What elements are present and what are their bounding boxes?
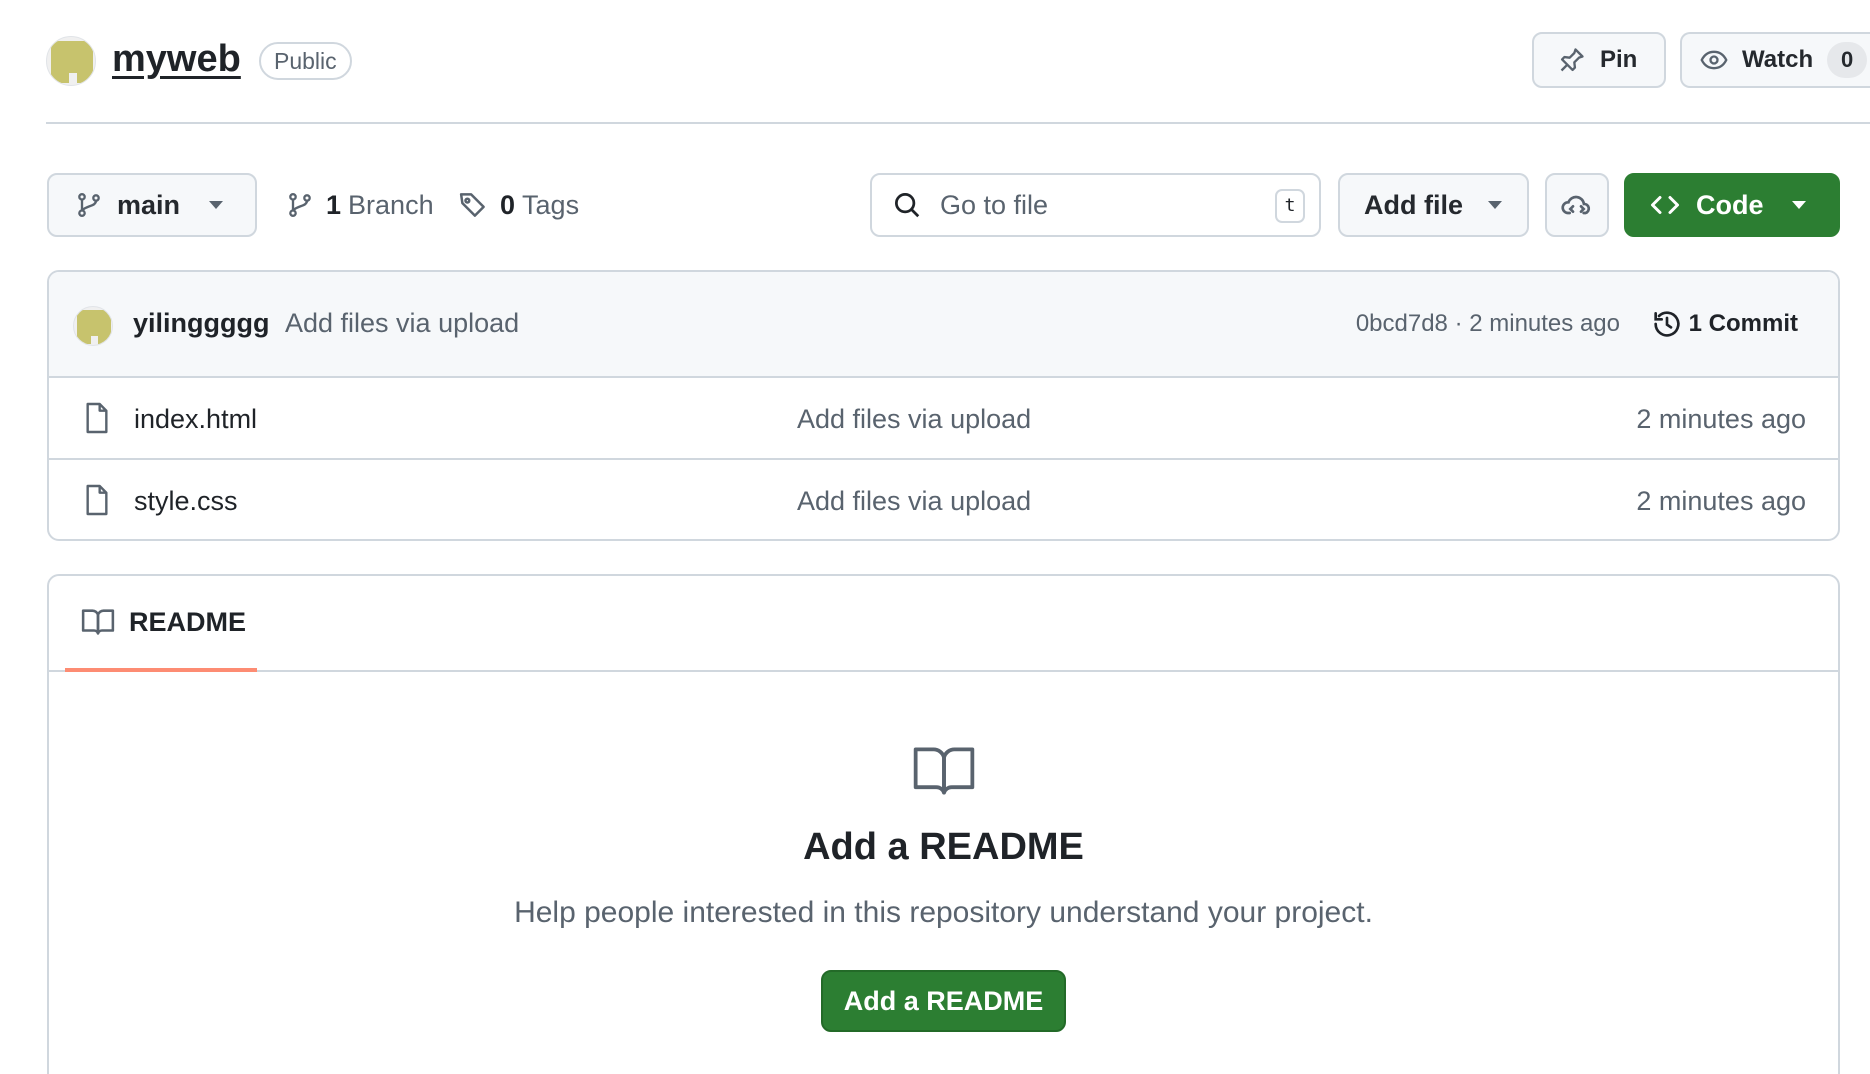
tab-readme[interactable]: README: [65, 576, 257, 672]
go-to-file-search[interactable]: Go to file t: [870, 173, 1321, 237]
file-icon: [86, 402, 108, 434]
search-icon: [895, 193, 920, 218]
file-commit-message[interactable]: Add files via upload: [797, 486, 1031, 517]
add-file-label: Add file: [1364, 189, 1463, 220]
owner-avatar[interactable]: [46, 36, 96, 86]
tag-icon: [459, 193, 485, 217]
file-commit-time: 2 minutes ago: [1636, 404, 1806, 434]
commit-message[interactable]: Add files via upload: [285, 308, 519, 339]
branch-selector[interactable]: main: [47, 173, 257, 237]
repo-name-link[interactable]: myweb: [112, 38, 241, 81]
code-icon: [1651, 196, 1679, 214]
readme-tab-label: README: [129, 606, 247, 637]
commit-author-avatar[interactable]: [73, 306, 113, 346]
branch-name: main: [117, 189, 181, 220]
chevron-down-icon: [1792, 201, 1806, 209]
commit-hash-time[interactable]: 0bcd7d8 · 2 minutes ago: [1356, 310, 1620, 338]
file-row[interactable]: index.html Add files via upload 2 minute…: [49, 378, 1838, 460]
watch-label: Watch: [1742, 46, 1814, 73]
visibility-badge: Public: [259, 42, 352, 80]
readme-empty-description: Help people interested in this repositor…: [514, 896, 1373, 929]
readme-empty-title: Add a README: [803, 826, 1084, 868]
repo-page: myweb Public Pin Watch 0 main 1 Branch 0…: [0, 0, 1870, 1074]
codespaces-button[interactable]: [1545, 173, 1609, 237]
branches-link[interactable]: 1 Branch: [286, 173, 434, 237]
add-readme-button[interactable]: Add a README: [821, 970, 1066, 1032]
chevron-down-icon: [1488, 201, 1502, 209]
code-label: Code: [1696, 189, 1764, 220]
eye-icon: [1700, 50, 1728, 70]
file-row[interactable]: style.css Add files via upload 2 minutes…: [49, 460, 1838, 539]
file-list: yilinggggg Add files via upload 0bcd7d8 …: [47, 270, 1840, 541]
book-icon: [913, 747, 975, 795]
commit-author[interactable]: yilinggggg: [133, 308, 269, 339]
file-name-link[interactable]: index.html: [134, 404, 257, 435]
watch-count: 0: [1827, 42, 1868, 78]
readme-header: README: [49, 576, 1838, 672]
commit-history-link[interactable]: 1 Commit: [1651, 308, 1798, 340]
file-name-link[interactable]: style.css: [134, 486, 238, 517]
chevron-down-icon: [209, 201, 223, 209]
pin-icon: [1560, 48, 1584, 72]
keyboard-shortcut-hint: t: [1275, 189, 1305, 223]
search-placeholder: Go to file: [940, 189, 1049, 220]
cloud-icon: [1561, 195, 1591, 215]
file-commit-message[interactable]: Add files via upload: [797, 404, 1031, 435]
file-commit-time: 2 minutes ago: [1636, 486, 1806, 516]
pin-label: Pin: [1600, 46, 1638, 73]
readme-panel: README Add a README Help people interest…: [47, 574, 1840, 1074]
book-icon: [81, 609, 115, 635]
add-file-button[interactable]: Add file: [1338, 173, 1529, 237]
latest-commit-bar: yilinggggg Add files via upload 0bcd7d8 …: [49, 272, 1838, 378]
tags-link[interactable]: 0 Tags: [458, 173, 579, 237]
file-icon: [86, 484, 108, 516]
history-icon: [1653, 311, 1680, 337]
commit-count-label: 1 Commit: [1688, 310, 1798, 337]
tag-word: Tags: [522, 189, 580, 220]
branch-word: Branch: [348, 189, 434, 220]
branch-count: 1: [326, 189, 342, 220]
watch-button[interactable]: Watch 0: [1680, 32, 1870, 88]
pin-button[interactable]: Pin: [1532, 32, 1666, 88]
git-branch-icon: [78, 192, 100, 218]
git-branch-icon: [289, 192, 311, 218]
repo-header: myweb Public Pin Watch 0: [46, 32, 1870, 124]
code-button[interactable]: Code: [1624, 173, 1840, 237]
tag-count: 0: [500, 189, 516, 220]
